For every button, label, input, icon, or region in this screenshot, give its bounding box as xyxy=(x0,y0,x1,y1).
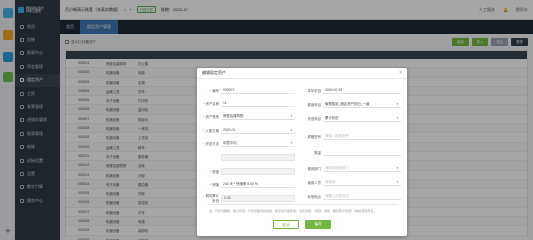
field-label: 折旧科目 xyxy=(307,116,321,121)
field-value: 请输入存放地点 xyxy=(325,194,349,198)
form-field: 期初累计折旧 0.00 xyxy=(203,194,295,203)
field-label: 使用部门 xyxy=(307,166,321,171)
field-input[interactable]: 2023-01 ▼ xyxy=(221,127,295,134)
field-input[interactable]: 000007 xyxy=(221,87,295,94)
field-input[interactable]: 请选择使用部门 ▼ xyxy=(323,165,401,172)
field-value: 请选择使用部门 xyxy=(325,166,349,170)
field-input[interactable] xyxy=(323,149,401,156)
field-value: 2023-01 xyxy=(223,127,236,132)
field-label: 期初累计折旧 xyxy=(205,194,219,203)
field-label: 入账日期 xyxy=(205,128,219,133)
field-input[interactable]: 请输入规格型号 xyxy=(323,133,401,140)
form-field: 费用科目 管理费用_固定资产折旧_一级 ▼ xyxy=(305,100,401,108)
field-input: 0.00 xyxy=(221,194,295,202)
field-input[interactable]: 11 xyxy=(221,100,295,107)
field-label: 原值 xyxy=(212,169,219,174)
field-value: 管理费用_固定资产折旧_一级 xyxy=(325,102,370,106)
edit-asset-dialog: 编辑固定资产 × * 编号 000007 * 资产名称 11 * 资产类别 房屋及建筑物 ▼… xyxy=(197,68,407,236)
field-value: 000007 xyxy=(223,87,235,92)
chevron-down-icon[interactable]: ▼ xyxy=(396,180,399,184)
field-label: 费用科目 xyxy=(307,102,321,107)
form-field: 本年折旧 0000.00.33 xyxy=(305,86,401,94)
form-field: * 入账日期 2023-01 ▼ xyxy=(203,126,295,134)
field-value: 房屋及建筑物 xyxy=(223,114,244,118)
form-field: * 资产类别 房屋及建筑物 ▼ xyxy=(203,112,295,120)
form-field: 折旧科目 累计折旧 ▼ xyxy=(305,114,401,122)
field-input[interactable]: 管理费用_固定资产折旧_一级 ▼ xyxy=(323,101,401,108)
divider xyxy=(207,204,397,205)
field-value: 240 天 * 残值率 5.00 % xyxy=(223,182,258,186)
form-field: * 编号 000007 xyxy=(203,86,295,94)
field-input xyxy=(221,167,295,175)
field-input[interactable]: 年限平均 ▼ xyxy=(221,140,295,147)
field-input xyxy=(221,153,295,161)
field-input[interactable]: 请选择 ▼ xyxy=(323,179,401,186)
field-input[interactable]: 累计折旧 ▼ xyxy=(323,115,401,122)
form-field: 数量 xyxy=(305,148,401,156)
field-label: 编号 xyxy=(212,88,219,93)
field-value: 0000.00.33 xyxy=(325,87,342,92)
form-field: 使用部门 请选择使用部门 ▼ xyxy=(305,164,401,172)
form-field: 规格型号 请输入规格型号 xyxy=(305,132,401,140)
form-field: 使用人员 请选择 ▼ xyxy=(305,178,401,186)
field-value: 累计折旧 xyxy=(325,116,339,120)
field-input[interactable]: 0000.00.33 xyxy=(323,87,401,94)
field-value: 0.00 xyxy=(224,196,231,200)
form-field: * 原值 xyxy=(203,167,295,175)
field-label: 资产类别 xyxy=(205,114,219,119)
field-label: 规格型号 xyxy=(307,134,321,139)
field-label: 本年折旧 xyxy=(307,88,321,93)
field-value: 请输入规格型号 xyxy=(325,134,349,138)
chevron-down-icon[interactable]: ▼ xyxy=(396,166,399,170)
chevron-down-icon[interactable]: ▼ xyxy=(396,116,399,120)
field-label: 使用人员 xyxy=(307,180,321,185)
cancel-button[interactable]: 取消 xyxy=(273,220,299,229)
field-value: 请选择 xyxy=(325,180,336,184)
dialog-title: 编辑固定资产 xyxy=(202,70,226,75)
field-input[interactable]: 房屋及建筑物 ▼ xyxy=(221,113,295,120)
form-field: * 折旧方法 年限平均 ▼ xyxy=(203,139,295,147)
field-input[interactable]: 240 天 * 残值率 5.00 % xyxy=(221,181,295,188)
field-value: 11 xyxy=(223,100,227,105)
chevron-down-icon[interactable]: ▼ xyxy=(290,128,293,132)
field-label: 残值 xyxy=(212,182,219,187)
save-button[interactable]: 保存 xyxy=(305,220,331,229)
field-label: 数量 xyxy=(314,150,321,155)
dialog-note: 注：已折旧期数、累计折旧：已折旧期间的金额，各字段不能修改；月折旧额：（原值 -… xyxy=(209,209,377,213)
chevron-down-icon[interactable]: ▼ xyxy=(396,102,399,106)
field-label: 折旧方法 xyxy=(205,141,219,146)
close-icon[interactable]: × xyxy=(399,70,402,76)
form-field xyxy=(203,153,295,161)
field-label: 存放地点 xyxy=(307,194,321,199)
field-value: 年限平均 xyxy=(223,141,237,145)
chevron-down-icon[interactable]: ▼ xyxy=(290,114,293,118)
field-input[interactable]: 请输入存放地点 xyxy=(323,193,401,200)
dialog-header: 编辑固定资产 × xyxy=(197,68,407,79)
chevron-down-icon[interactable]: ▼ xyxy=(290,141,293,145)
form-field: * 残值 240 天 * 残值率 5.00 % xyxy=(203,180,295,188)
form-field: * 资产名称 11 xyxy=(203,99,295,107)
form-field: 存放地点 请输入存放地点 xyxy=(305,192,401,200)
field-label: 资产名称 xyxy=(205,101,219,106)
